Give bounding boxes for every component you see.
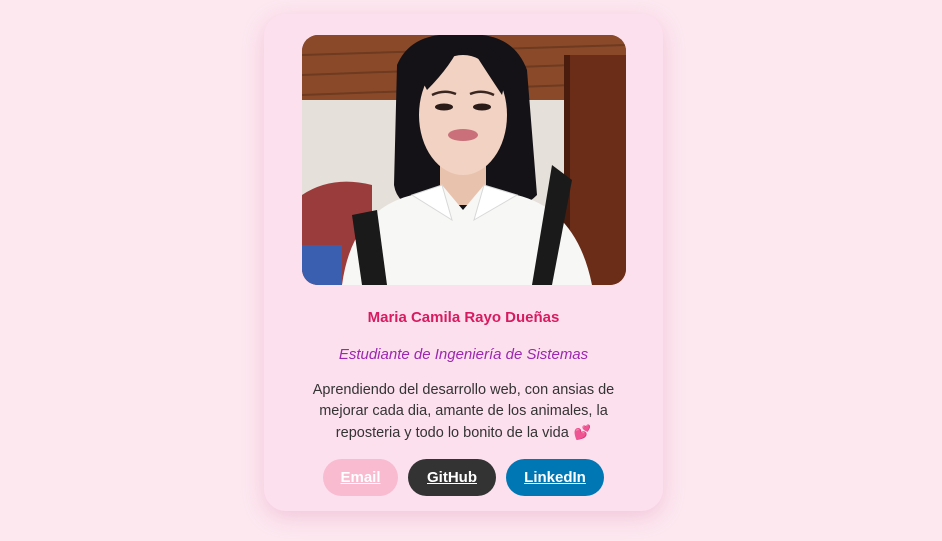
- linkedin-button[interactable]: LinkedIn: [506, 459, 604, 496]
- github-button[interactable]: GitHub: [408, 459, 496, 496]
- hearts-icon: 💕: [573, 424, 592, 440]
- profile-name: Maria Camila Rayo Dueñas: [367, 309, 560, 326]
- profile-photo: [302, 35, 626, 285]
- profile-card: Maria Camila Rayo Dueñas Estudiante de I…: [264, 14, 663, 511]
- social-links: Email GitHub LinkedIn: [264, 459, 663, 496]
- profile-photo-image: [302, 35, 626, 285]
- profile-bio-text: Aprendiendo del desarrollo web, con ansi…: [312, 382, 615, 441]
- email-button[interactable]: Email: [323, 459, 398, 496]
- profile-role: Estudiante de Ingeniería de Sistemas: [338, 346, 589, 363]
- profile-bio: Aprendiendo del desarrollo web, con ansi…: [298, 380, 629, 444]
